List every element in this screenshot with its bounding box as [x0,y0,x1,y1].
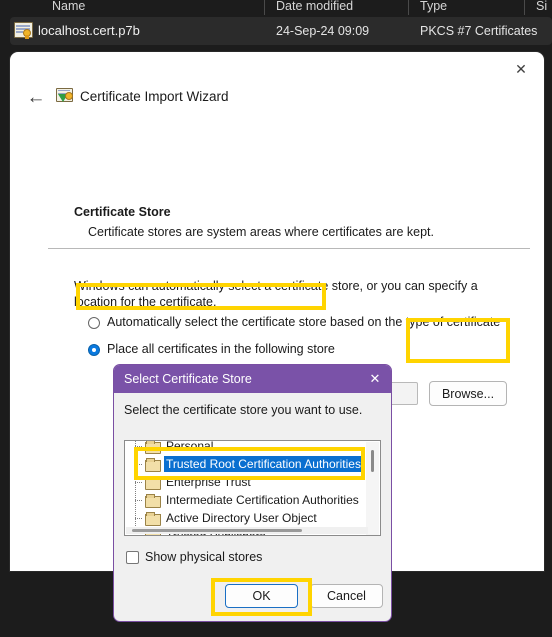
file-name-cell[interactable]: localhost.cert.p7b [38,22,140,40]
step-title: Certificate Store [74,205,171,219]
folder-icon [145,441,161,454]
radio-place-all-certificates-label: Place all certificates in the following … [107,342,335,356]
select-certificate-store-dialog: Select Certificate Store ✕ Select the ce… [113,364,392,622]
checkbox-unchecked-icon [126,551,139,564]
column-divider [524,0,525,15]
tree-item-label: Personal [166,440,214,453]
wizard-title: Certificate Import Wizard [80,89,229,104]
tree-connector-icon [131,509,145,527]
folder-icon [145,512,161,526]
certificate-import-icon [56,87,75,105]
tree-item-label: Intermediate Certification Authorities [166,493,359,507]
column-header-name[interactable]: Name [52,0,85,16]
close-icon[interactable]: ✕ [367,370,383,386]
scrollbar-thumb[interactable] [371,450,374,472]
tree-item-label: Trusted Root Certification Authorities [164,456,363,472]
column-divider [408,0,409,15]
column-header-date-modified[interactable]: Date modified [276,0,353,16]
column-header-type[interactable]: Type [420,0,447,16]
folder-icon [145,458,161,472]
show-physical-stores-checkbox[interactable]: Show physical stores [126,549,262,566]
tree-item-active-directory-user-object[interactable]: Active Directory User Object [131,509,319,527]
intro-text: Windows can automatically select a certi… [74,279,478,309]
certificate-file-icon [14,22,33,39]
tree-item-enterprise-trust[interactable]: Enterprise Trust [131,473,253,491]
certificate-store-tree[interactable]: Personal Trusted Root Certification Auth… [124,440,381,536]
tree-item-intermediate-certification-authorities[interactable]: Intermediate Certification Authorities [131,491,361,509]
show-physical-stores-label: Show physical stores [145,550,263,564]
radio-place-all-certificates[interactable]: Place all certificates in the following … [88,341,335,358]
tree-item-label: Enterprise Trust [166,475,251,489]
tree-item-trusted-root-certification-authorities[interactable]: Trusted Root Certification Authorities [131,455,363,473]
dialog-prompt: Select the certificate store you want to… [124,403,363,417]
back-arrow-icon[interactable]: ← [22,85,50,109]
step-description: Certificate stores are system areas wher… [88,225,434,239]
column-header-size[interactable]: Si [536,0,547,16]
column-divider [264,0,265,15]
file-type-cell: PKCS #7 Certificates [420,24,538,38]
radio-button-unselected-icon [88,316,100,329]
tree-item-label: Active Directory User Object [166,511,317,525]
dialog-title: Select Certificate Store [124,372,252,386]
tree-vertical-scrollbar[interactable] [366,442,379,535]
tree-connector-icon [131,491,145,509]
tree-horizontal-scrollbar[interactable] [126,527,368,534]
tree-item-personal[interactable]: Personal [131,440,215,455]
tree-connector-icon [131,455,145,473]
ok-button[interactable]: OK [225,584,298,608]
cancel-button[interactable]: Cancel [310,584,383,608]
radio-automatically-select-store[interactable]: Automatically select the certificate sto… [88,314,500,331]
scrollbar-thumb[interactable] [132,529,302,532]
browse-button[interactable]: Browse... [429,381,507,406]
folder-icon [145,476,161,490]
folder-icon [145,494,161,508]
file-date-modified-cell: 24-Sep-24 09:09 [276,24,370,38]
horizontal-divider [48,248,530,249]
close-icon[interactable]: ✕ [504,56,538,82]
tree-connector-icon [131,473,145,491]
tree-connector-icon [131,441,145,455]
radio-button-selected-icon [88,343,100,356]
radio-automatically-select-store-label: Automatically select the certificate sto… [107,315,501,329]
